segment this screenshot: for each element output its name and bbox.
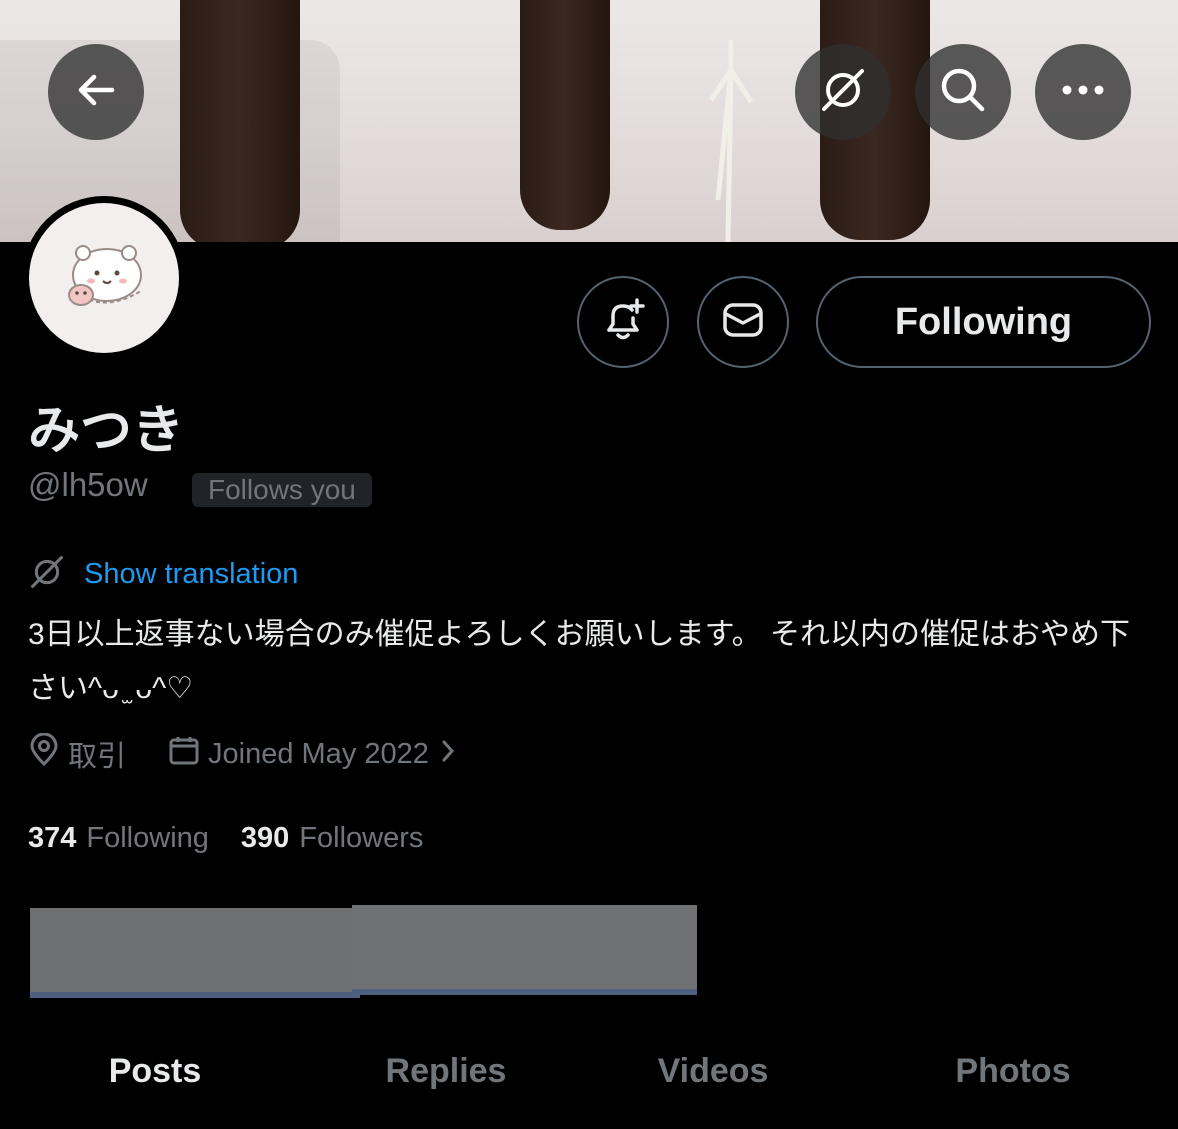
more-icon — [1061, 83, 1105, 101]
tab-photos[interactable]: Photos — [955, 1052, 1070, 1091]
followers-stat[interactable]: 390 Followers — [241, 822, 423, 855]
search-icon — [938, 65, 988, 120]
avatar[interactable] — [22, 196, 186, 360]
user-handle: @lh5ow — [28, 466, 148, 503]
following-stat[interactable]: 374 Following — [28, 822, 209, 855]
redacted-block — [352, 905, 697, 995]
show-translation-link[interactable]: Show translation — [84, 558, 298, 591]
avatar-image — [29, 203, 179, 353]
grok-icon — [818, 65, 868, 120]
more-button[interactable] — [1035, 44, 1131, 140]
redacted-block — [30, 908, 360, 998]
profile-meta: 取引 Joined May 2022 — [28, 732, 455, 776]
tab-posts[interactable]: Posts — [109, 1052, 202, 1091]
banner-ribbon — [706, 40, 756, 242]
envelope-icon — [719, 296, 767, 349]
back-arrow-icon — [74, 68, 118, 117]
chevron-right-icon — [441, 738, 455, 771]
notifications-button[interactable] — [577, 276, 669, 368]
joined-text: Joined May 2022 — [208, 737, 429, 770]
follow-stats: 374 Following 390 Followers — [28, 818, 423, 858]
banner-hair-mid — [520, 0, 610, 230]
bell-plus-icon — [599, 296, 647, 349]
search-button[interactable] — [915, 44, 1011, 140]
profile-bio: 3日以上返事ない場合のみ催促よろしくお願いします。 それ以内の催促はおやめ下さい… — [28, 618, 1131, 705]
back-button[interactable] — [48, 44, 144, 140]
tab-videos[interactable]: Videos — [658, 1052, 769, 1091]
profile-tabs: Posts Replies Videos Photos — [0, 1040, 1178, 1110]
following-button[interactable]: Following — [816, 276, 1151, 368]
followers-count: 390 — [240, 821, 290, 854]
tab-replies[interactable]: Replies — [386, 1052, 507, 1091]
following-count: 374 — [28, 821, 77, 854]
calendar-icon — [168, 734, 200, 774]
followers-label: Followers — [299, 821, 424, 854]
display-name: みつき — [28, 402, 185, 460]
location-pin-icon — [28, 732, 60, 775]
translation-row: Show translation — [28, 552, 298, 596]
message-button[interactable] — [697, 276, 789, 368]
location-item: 取引 — [28, 732, 127, 775]
banner-hair-left — [180, 0, 300, 242]
location-text: 取引 — [68, 741, 127, 773]
grok-icon — [28, 553, 66, 596]
joined-item[interactable]: Joined May 2022 — [168, 734, 455, 774]
following-label: Following — [86, 821, 209, 854]
follows-you-badge: Follows you — [192, 473, 372, 507]
grok-button[interactable] — [795, 44, 891, 140]
profile-banner[interactable] — [0, 0, 1178, 242]
